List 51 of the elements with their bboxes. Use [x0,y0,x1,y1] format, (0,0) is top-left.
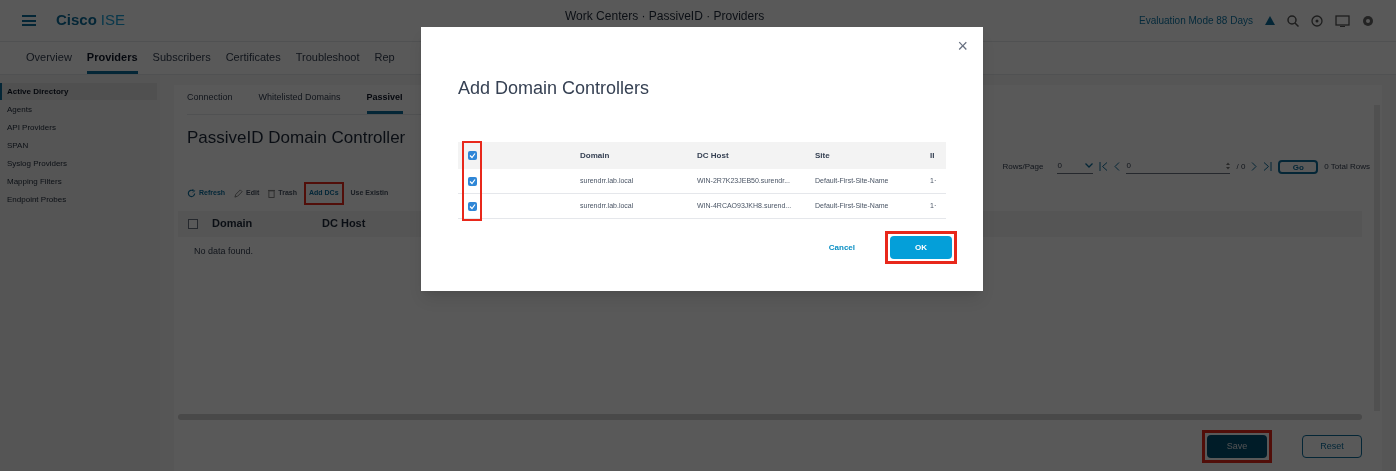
pencil-icon [234,189,244,198]
dialog-title: Add Domain Controllers [458,77,651,100]
refresh-icon [187,189,196,198]
column-header[interactable]: DC Host [697,149,815,162]
first-page-icon[interactable] [1099,162,1109,171]
sidebar-item[interactable]: Active Directory [0,83,157,100]
empty-table-message: No data found. [194,244,254,258]
nav-tab[interactable]: Certificates [225,42,281,74]
page-title: Work Centers · PassiveID · Providers [565,8,765,25]
menu-icon[interactable] [22,15,36,26]
next-page-icon[interactable] [1251,162,1258,171]
sidebar-item[interactable]: API Providers [0,119,160,136]
product-name: ISE [100,10,126,31]
sidebar-item[interactable]: SPAN [0,137,160,154]
search-icon[interactable] [1287,14,1299,27]
sidebar-item[interactable]: Mapping Filters [0,173,160,190]
spinner-icon [1226,161,1231,170]
nav-tab[interactable]: Subscribers [152,42,211,74]
column-header[interactable]: Site [815,149,930,162]
sub-tab[interactable]: PassiveI [366,85,403,114]
reset-button[interactable]: Reset [1302,435,1362,458]
nav-tab[interactable]: Overview [26,42,72,74]
sidebar-item[interactable]: Syslog Providers [0,155,160,172]
previous-page-icon[interactable] [1114,162,1121,171]
column-header[interactable]: Domain [212,215,322,232]
column-header[interactable]: II [930,149,946,162]
trash-icon [268,189,276,198]
help-icon[interactable] [1311,14,1323,27]
go-button[interactable]: Go [1278,159,1319,174]
brand-name: Cisco [56,10,97,31]
checkbox[interactable] [468,201,477,211]
sub-tab[interactable]: Connection [187,85,233,114]
checkbox[interactable] [188,218,198,229]
cancel-button[interactable]: Cancel [828,241,855,254]
warning-icon[interactable] [1265,16,1275,25]
license-status[interactable]: Evaluation Mode 88 Days [1139,13,1253,28]
sidebar-item[interactable]: Agents [0,101,160,118]
settings-icon[interactable] [1362,14,1374,27]
nav-tab[interactable]: Rep [374,42,395,74]
column-header[interactable]: Domain [580,149,697,162]
close-button[interactable]: × [957,37,968,53]
ok-button[interactable]: OK [890,236,952,259]
last-page-icon[interactable] [1263,162,1273,171]
chevron-down-icon [1085,163,1094,168]
checkbox[interactable] [468,176,477,186]
page-heading: PassiveID Domain Controller [187,127,407,149]
rows-per-page-label: Rows/Page [1002,160,1044,173]
screen-icon[interactable] [1335,14,1350,27]
nav-tab[interactable]: Troubleshoot [295,42,360,74]
sub-tab[interactable]: Whitelisted Domains [258,85,341,114]
save-button[interactable]: Save [1207,435,1267,458]
